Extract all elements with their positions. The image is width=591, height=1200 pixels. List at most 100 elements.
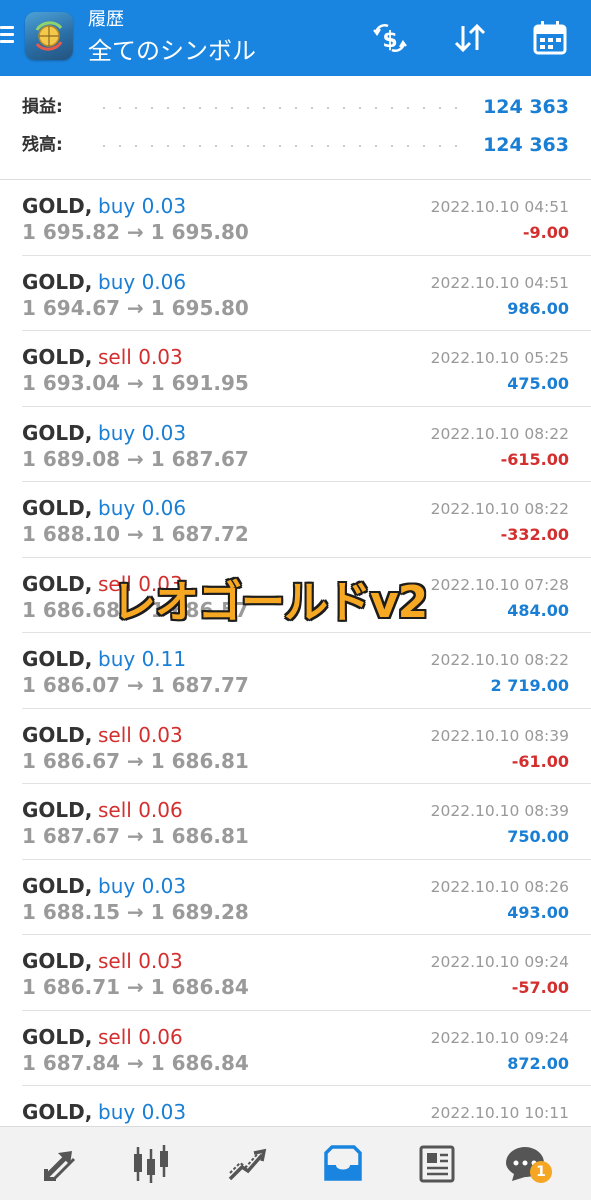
deal-time: 2022.10.10 09:24: [430, 953, 569, 971]
deal-symbol: GOLD,: [22, 798, 93, 822]
deal-profit: -332.00: [500, 525, 569, 544]
deal-profit: 986.00: [507, 298, 569, 318]
deal-row[interactable]: GOLD, buy 0.03 1 688.15 → 1 689.28 2022.10.…: [0, 860, 591, 936]
deal-prices: 1 687.84 → 1 686.84: [22, 1050, 249, 1075]
deal-prices: 1 694.67 → 1 695.80: [22, 295, 249, 320]
deal-time: 2022.10.10 09:24: [430, 1028, 569, 1047]
deal-profit: -615.00: [500, 449, 569, 469]
deal-symbol: GOLD,: [22, 1100, 93, 1124]
deal-type-volume: buy 0.03: [98, 1100, 187, 1124]
deal-profit: 2 719.00: [490, 676, 569, 695]
nav-quotes-icon[interactable]: [36, 1139, 86, 1189]
balance-label: 残高:: [22, 135, 63, 155]
menu-icon[interactable]: [0, 26, 18, 48]
deal-symbol: GOLD,: [22, 496, 93, 520]
deal-type-volume: buy 0.11: [98, 647, 187, 671]
deal-symbol: GOLD,: [22, 949, 93, 973]
deal-type-volume: sell 0.06: [98, 1024, 183, 1049]
watermark-text: レオゴールドv2: [112, 577, 428, 628]
deal-symbol: GOLD,: [22, 420, 93, 445]
deal-prices: 1 688.10 → 1 687.72: [22, 522, 249, 546]
screen-subtitle: 履歴: [88, 9, 124, 30]
deal-symbol: GOLD,: [22, 194, 93, 218]
deal-row[interactable]: GOLD, buy 0.06 1 694.67 → 1 695.80 2022.10.…: [0, 256, 591, 332]
currency-swap-icon[interactable]: $: [370, 18, 410, 58]
deal-prices: 1 689.08 → 1 687.67: [22, 446, 249, 471]
deal-type-volume: buy 0.06: [98, 496, 187, 520]
deal-prices: 1 686.07 → 1 687.77: [22, 673, 249, 697]
deal-symbol: GOLD,: [22, 269, 93, 294]
bottom-navigation: 1: [0, 1126, 591, 1200]
balance-row: 残高: 124 363: [22, 130, 569, 160]
deal-symbol: GOLD,: [22, 647, 93, 671]
deal-time: 2022.10.10 05:25: [430, 349, 569, 367]
nav-trade-icon[interactable]: [222, 1139, 272, 1189]
balance-value: 124 363: [483, 134, 569, 156]
deal-profit: 484.00: [507, 600, 569, 620]
profit-row: 損益: 124 363: [22, 92, 569, 122]
nav-news-icon[interactable]: [412, 1139, 462, 1189]
dotted-leader: [96, 145, 469, 147]
account-summary: 損益: 124 363 残高: 124 363: [0, 76, 591, 180]
deal-time: 2022.10.10 08:22: [430, 500, 569, 518]
deal-row[interactable]: GOLD, buy 0.03 1 695.82 → 1 695.80 2022.10.…: [0, 180, 591, 256]
svg-text:$: $: [382, 28, 397, 53]
deal-symbol: GOLD,: [22, 345, 93, 369]
nav-chart-icon[interactable]: [126, 1139, 176, 1189]
deal-row[interactable]: GOLD, buy 0.03 2022.10.10 10:11: [0, 1086, 591, 1126]
deal-row[interactable]: GOLD, sell 0.06 1 687.67 → 1 686.81 2022.10…: [0, 784, 591, 860]
deal-time: 2022.10.10 08:26: [430, 877, 569, 896]
deal-profit: 493.00: [507, 902, 569, 922]
sort-icon[interactable]: [450, 18, 490, 58]
nav-messages-icon[interactable]: 1: [500, 1139, 552, 1189]
deal-symbol: GOLD,: [22, 722, 93, 747]
deal-type-volume: sell 0.06: [98, 798, 183, 822]
deal-profit: -61.00: [511, 751, 569, 771]
deal-time: 2022.10.10 08:22: [430, 651, 569, 669]
deal-time: 2022.10.10 08:39: [430, 802, 569, 820]
dotted-leader: [96, 107, 469, 109]
app-logo-icon: [25, 12, 73, 60]
deal-prices: 1 686.67 → 1 686.81: [22, 748, 249, 773]
deal-profit: -57.00: [511, 978, 569, 997]
profit-value: 124 363: [483, 96, 569, 118]
deal-row[interactable]: GOLD, buy 0.06 1 688.10 → 1 687.72 2022.10.…: [0, 482, 591, 558]
calendar-icon[interactable]: [530, 18, 570, 58]
deal-profit: 872.00: [507, 1053, 569, 1073]
app-header: 履歴 全てのシンボル $: [0, 0, 591, 76]
deal-type-volume: sell 0.03: [98, 722, 183, 747]
deal-prices: 1 695.82 → 1 695.80: [22, 220, 249, 244]
deal-type-volume: buy 0.03: [98, 873, 187, 898]
deal-row[interactable]: GOLD, buy 0.11 1 686.07 → 1 687.77 2022.10.…: [0, 633, 591, 709]
deal-profit: -9.00: [522, 223, 569, 242]
deal-symbol: GOLD,: [22, 873, 93, 898]
deal-profit: 750.00: [507, 827, 569, 846]
deal-row[interactable]: GOLD, sell 0.03 1 686.71 → 1 686.84 2022.10…: [0, 935, 591, 1011]
deals-list: GOLD, buy 0.03 1 695.82 → 1 695.80 2022.10.…: [0, 180, 591, 1126]
deal-row[interactable]: GOLD, sell 0.03 1 686.67 → 1 686.81 2022.10…: [0, 709, 591, 785]
deal-prices: 1 686.71 → 1 686.84: [22, 975, 249, 999]
deal-type-volume: sell 0.03: [98, 345, 183, 369]
deal-row[interactable]: GOLD, sell 0.03 1 693.04 → 1 691.95 2022.10…: [0, 331, 591, 407]
deal-type-volume: buy 0.06: [98, 269, 187, 294]
symbol-filter-title[interactable]: 全てのシンボル: [88, 36, 256, 66]
deal-prices: 1 687.67 → 1 686.81: [22, 824, 249, 848]
messages-badge: 1: [530, 1161, 552, 1183]
deal-symbol: GOLD,: [22, 571, 93, 596]
deal-time: 2022.10.10 08:39: [430, 726, 569, 745]
deal-prices: 1 688.15 → 1 689.28: [22, 899, 249, 924]
deal-time: 2022.10.10 04:51: [430, 273, 569, 292]
deal-profit: 475.00: [507, 374, 569, 393]
deal-time: 2022.10.10 08:22: [430, 424, 569, 443]
deal-type-volume: buy 0.03: [98, 194, 187, 218]
deal-type-volume: buy 0.03: [98, 420, 187, 445]
deal-row[interactable]: GOLD, buy 0.03 1 689.08 → 1 687.67 2022.10.…: [0, 407, 591, 483]
deal-row[interactable]: GOLD, sell 0.06 1 687.84 → 1 686.84 2022.10…: [0, 1011, 591, 1087]
deal-time: 2022.10.10 10:11: [430, 1104, 569, 1122]
deal-time: 2022.10.10 04:51: [430, 198, 569, 216]
deal-type-volume: sell 0.03: [98, 949, 183, 973]
profit-label: 損益:: [22, 97, 63, 117]
nav-history-icon[interactable]: [318, 1139, 368, 1189]
deal-symbol: GOLD,: [22, 1024, 93, 1049]
deal-prices: 1 693.04 → 1 691.95: [22, 371, 249, 395]
